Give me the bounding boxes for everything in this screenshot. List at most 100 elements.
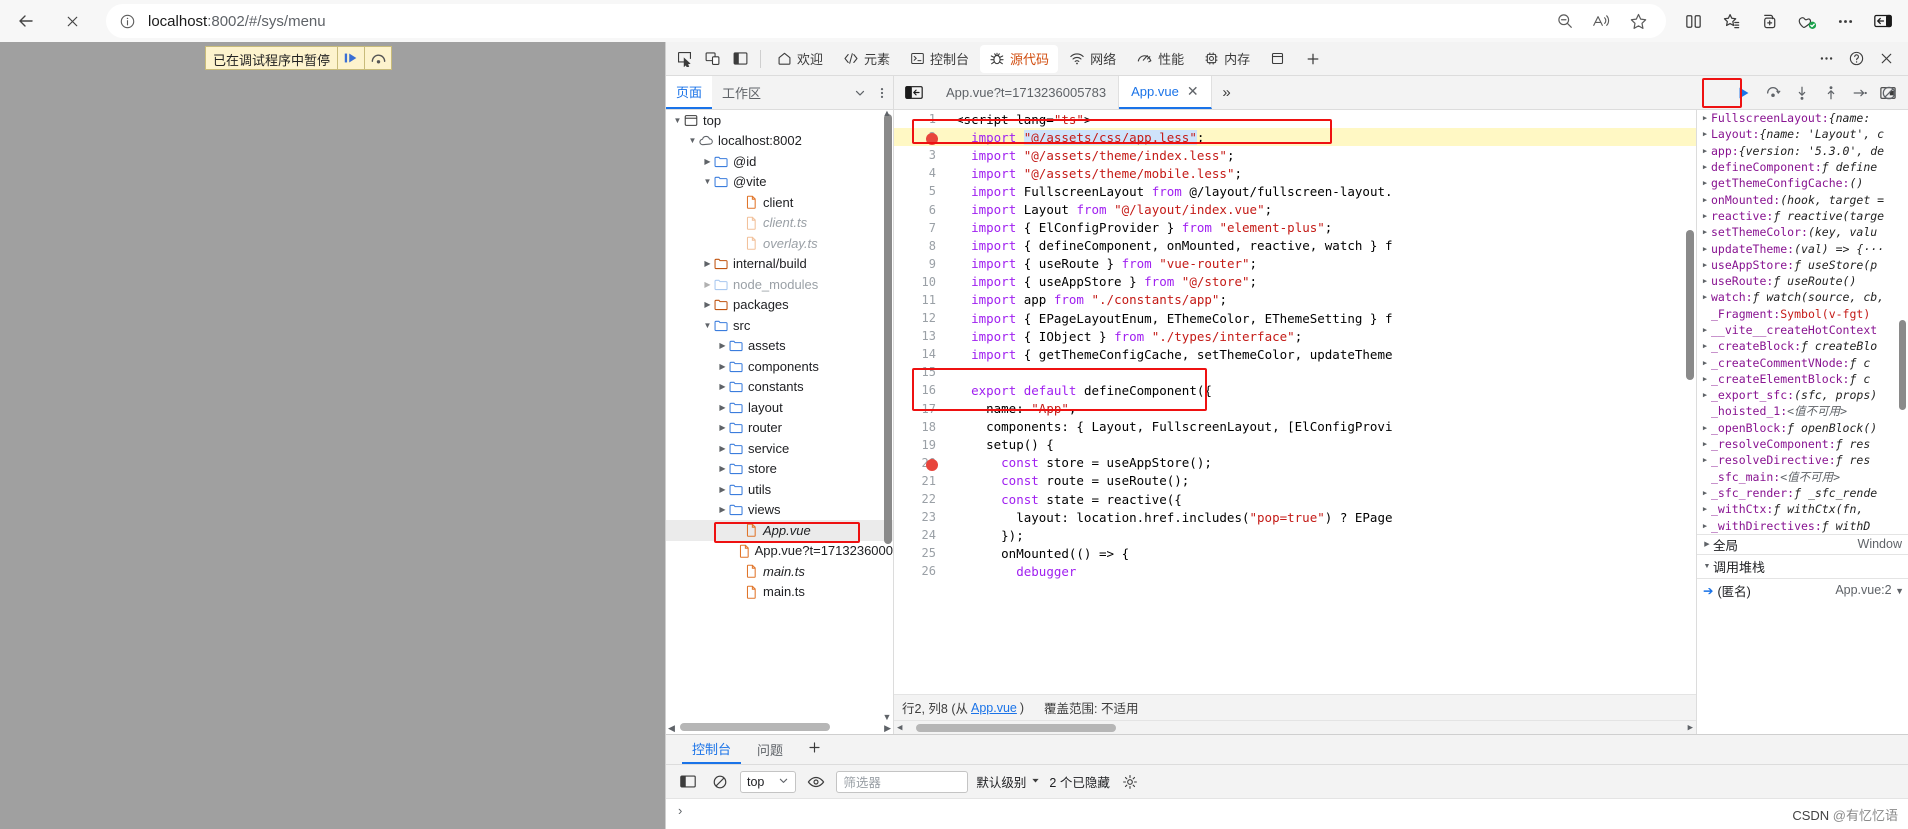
scope-property-row[interactable]: ▶ setThemeColor: (key, valu — [1697, 224, 1908, 240]
tree-item-app-vue[interactable]: App.vue — [666, 520, 893, 541]
console-filter-input[interactable]: 筛选器 — [836, 770, 969, 793]
tree-expand-arrow-right[interactable]: ▶ — [717, 341, 728, 350]
code-line[interactable]: 25 onMounted(() => { — [894, 544, 1696, 562]
code-line[interactable]: 10 import { useAppStore } from "@/store"… — [894, 273, 1696, 291]
tree-item-store[interactable]: ▶ store — [666, 459, 893, 480]
scope-property-row[interactable]: ▶ _createCommentVNode: ƒ c — [1697, 354, 1908, 370]
favorite-star-icon[interactable] — [1629, 12, 1648, 31]
tree-expand-arrow-down[interactable]: ▼ — [687, 136, 698, 145]
scope-global-row[interactable]: ▶ 全局 Window — [1697, 533, 1908, 554]
nav-tab-page[interactable]: 页面 — [666, 76, 713, 109]
scope-property-row[interactable]: ▶ _createBlock: ƒ createBlo — [1697, 338, 1908, 354]
tree-horizontal-scrollbar[interactable] — [680, 723, 830, 731]
code-line[interactable]: 13 import { IObject } from "./types/inte… — [894, 327, 1696, 345]
line-number[interactable]: 12 — [894, 311, 946, 325]
code-line[interactable]: 16 export default defineComponent({ — [894, 381, 1696, 399]
tree-item-overlay-ts[interactable]: overlay.ts — [666, 233, 893, 254]
step-into-next-function-call-button[interactable] — [1789, 80, 1815, 106]
line-number[interactable]: 9 — [894, 257, 946, 271]
expand-arrow-icon[interactable]: ▶ — [1699, 522, 1711, 530]
line-number[interactable]: 16 — [894, 383, 946, 397]
tree-scroll-right-arrow[interactable]: ▶ — [884, 723, 891, 734]
tree-expand-arrow-right[interactable]: ▶ — [702, 157, 713, 166]
overlay-resume-icon[interactable] — [337, 47, 364, 69]
drawer-tab-issues[interactable]: 问题 — [747, 736, 793, 764]
sidebar-icon[interactable] — [1866, 5, 1900, 37]
code-line[interactable]: 8 import { defineComponent, onMounted, r… — [894, 237, 1696, 255]
console-settings-icon[interactable] — [1118, 770, 1142, 794]
tree-expand-arrow-right[interactable]: ▶ — [717, 403, 728, 412]
add-tool-icon[interactable] — [799, 740, 830, 760]
expand-arrow-icon[interactable]: ▶ — [1699, 179, 1711, 187]
address-bar[interactable]: localhost:8002/#/sys/menu — [106, 4, 1666, 38]
scope-property-row[interactable]: ▶ _withCtx: ƒ withCtx(fn, — [1697, 501, 1908, 517]
tab-network[interactable]: 网络 — [1060, 45, 1125, 73]
tree-expand-arrow-right[interactable]: ▶ — [702, 300, 713, 309]
tree-item-main-ts[interactable]: main.ts — [666, 561, 893, 582]
tree-item--vite[interactable]: ▼ @vite — [666, 172, 893, 193]
line-number[interactable]: 14 — [894, 347, 946, 361]
line-number[interactable]: 5 — [894, 184, 946, 198]
inspect-element-icon[interactable] — [670, 45, 698, 73]
expand-arrow-icon[interactable]: ▶ — [1699, 489, 1711, 497]
tab-sources[interactable]: 源代码 — [980, 44, 1059, 73]
code-line[interactable]: 7 import { ElConfigProvider } from "elem… — [894, 219, 1696, 237]
nav-tab-workspace[interactable]: 工作区 — [712, 76, 771, 109]
code-line[interactable]: 14 import { getThemeConfigCache, setThem… — [894, 345, 1696, 363]
scope-property-row[interactable]: ▶ getThemeConfigCache: () — [1697, 175, 1908, 191]
expand-arrow-icon[interactable]: ▶ — [1699, 375, 1711, 383]
expand-arrow-icon[interactable]: ▶ — [1699, 391, 1711, 399]
tree-item-node-modules[interactable]: ▶ node_modules — [666, 274, 893, 295]
zoom-out-icon[interactable] — [1556, 12, 1574, 30]
code-line[interactable]: 4 import "@/assets/theme/mobile.less"; — [894, 164, 1696, 182]
tab-console[interactable]: 控制台 — [901, 45, 978, 73]
line-number[interactable]: 2 — [894, 130, 946, 146]
expand-arrow-icon[interactable]: ▶ — [1699, 342, 1711, 350]
expand-arrow-icon[interactable]: ▶ — [1699, 456, 1711, 464]
device-toolbar-icon[interactable] — [698, 45, 726, 73]
site-info-icon[interactable] — [114, 8, 140, 34]
expand-arrow-icon[interactable]: ▶ — [1699, 359, 1711, 367]
stop-loading-button[interactable] — [52, 5, 92, 37]
expand-arrow-icon[interactable]: ▶ — [1699, 212, 1711, 220]
tree-item-src[interactable]: ▼ src — [666, 315, 893, 336]
scope-property-row[interactable]: ▶ updateTheme: (val) => {··· — [1697, 240, 1908, 256]
scope-property-row[interactable]: ▶ _withDirectives: ƒ withD — [1697, 517, 1908, 533]
tree-item-top[interactable]: ▼ top — [666, 110, 893, 131]
code-line[interactable]: 26 debugger — [894, 562, 1696, 580]
add-tab-group-icon[interactable] — [1752, 5, 1786, 37]
line-number[interactable]: 24 — [894, 528, 946, 542]
tree-expand-arrow-right[interactable]: ▶ — [717, 423, 728, 432]
tree-item-packages[interactable]: ▶ packages — [666, 295, 893, 316]
scope-property-row[interactable]: ▶ _resolveComponent: ƒ res — [1697, 436, 1908, 452]
scope-property-row[interactable]: ▶ useAppStore: ƒ useStore(p — [1697, 257, 1908, 273]
expand-arrow-icon[interactable]: ▶ — [1699, 130, 1711, 138]
editor-tab-appvue-query[interactable]: App.vue?t=1713236005783 — [934, 76, 1120, 109]
scope-property-row[interactable]: ▶ onMounted: (hook, target = — [1697, 191, 1908, 207]
line-number[interactable]: 3 — [894, 148, 946, 162]
tree-scroll-down-arrow[interactable]: ▼ — [881, 712, 893, 722]
tree-item-main-ts[interactable]: main.ts — [666, 582, 893, 603]
more-tabs-icon[interactable]: » — [1212, 84, 1242, 101]
tree-scroll-up-arrow[interactable]: ▲ — [881, 110, 893, 118]
tree-expand-arrow-right[interactable]: ▶ — [717, 505, 728, 514]
scope-property-row[interactable]: ▶ Layout: {name: 'Layout', c — [1697, 126, 1908, 142]
tree-expand-arrow-right[interactable]: ▶ — [702, 259, 713, 268]
line-number[interactable]: 21 — [894, 474, 946, 488]
line-number[interactable]: 26 — [894, 564, 946, 578]
call-stack-frame[interactable]: ➔ (匿名) App.vue:2 ▼ — [1697, 577, 1908, 602]
expand-arrow-icon[interactable]: ▶ — [1699, 245, 1711, 253]
devtools-help-icon[interactable] — [1842, 45, 1870, 73]
code-line[interactable]: 2 import "@/assets/css/app.less"; — [894, 128, 1696, 147]
code-line[interactable]: 9 import { useRoute } from "vue-router"; — [894, 255, 1696, 273]
scope-property-row[interactable]: ▶ FullscreenLayout: {name: — [1697, 110, 1908, 126]
tab-elements[interactable]: 元素 — [834, 45, 899, 73]
tree-item-internal-build[interactable]: ▶ internal/build — [666, 254, 893, 275]
scope-property-row[interactable]: ▶ _createElementBlock: ƒ c — [1697, 371, 1908, 387]
tree-expand-arrow-right[interactable]: ▶ — [717, 464, 728, 473]
collections-icon[interactable] — [1714, 5, 1748, 37]
step-over-next-function-call-button[interactable] — [1760, 80, 1786, 106]
scope-property-row[interactable]: ▶ useRoute: ƒ useRoute() — [1697, 273, 1908, 289]
tree-item-service[interactable]: ▶ service — [666, 438, 893, 459]
expand-arrow-icon[interactable]: ▶ — [1699, 163, 1711, 171]
